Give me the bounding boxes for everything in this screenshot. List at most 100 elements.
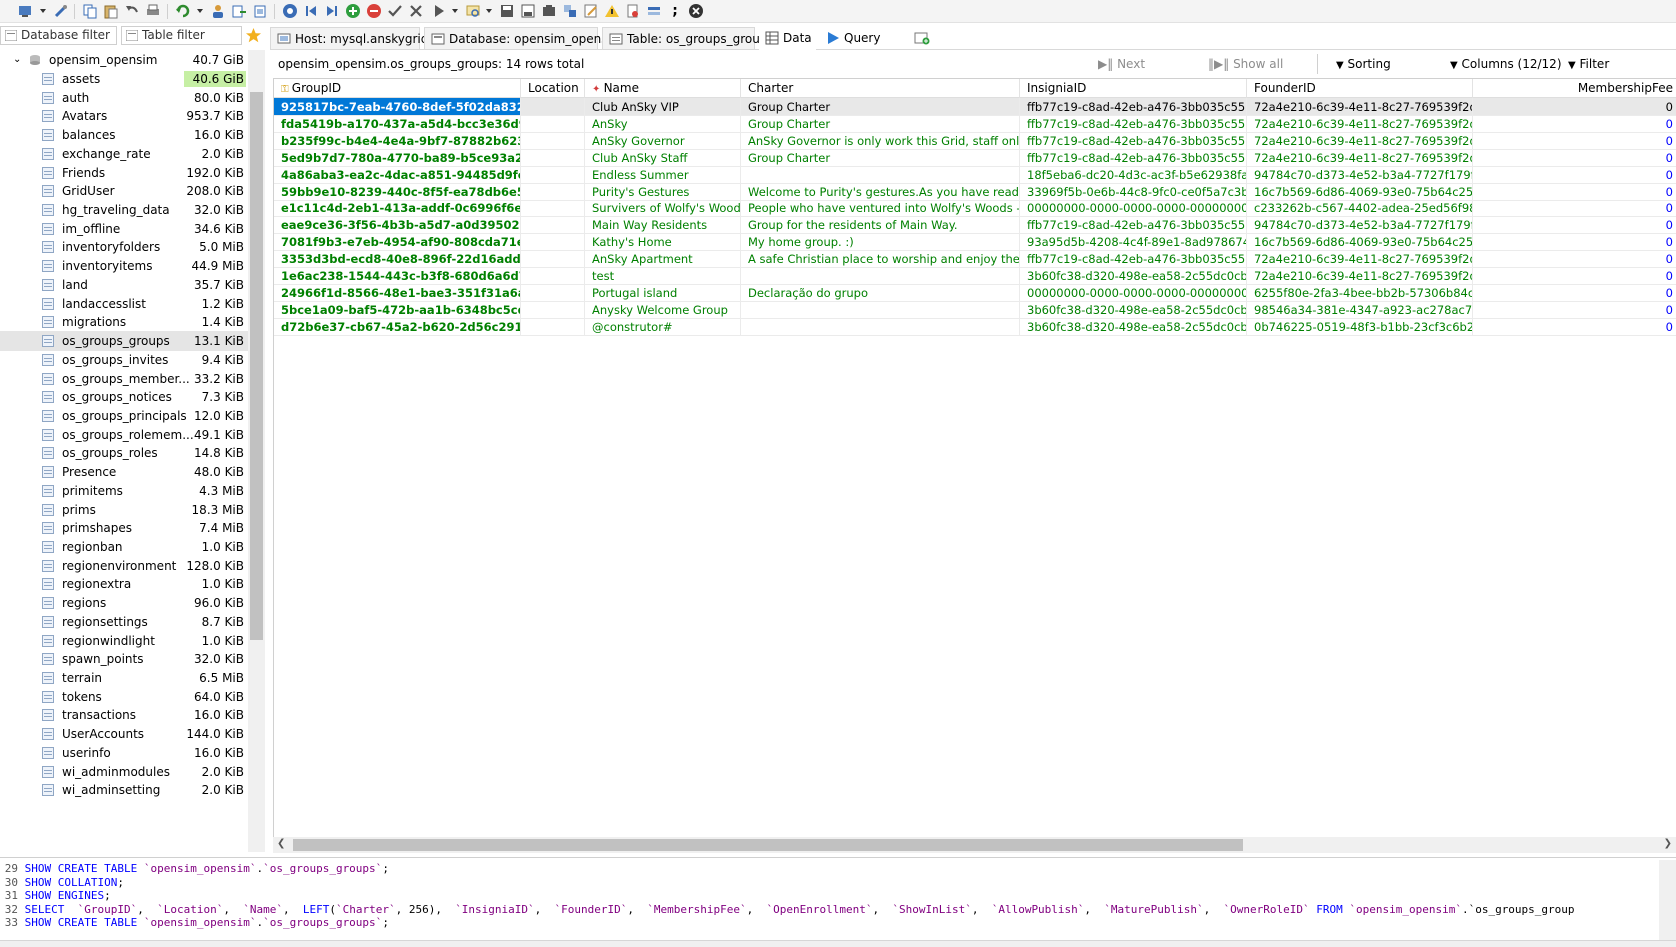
table-cell[interactable] xyxy=(521,131,585,150)
table-cell[interactable]: Portugal island xyxy=(585,283,741,302)
tree-item[interactable]: os_groups_invites 9.4 KiB xyxy=(0,350,248,370)
tree-item[interactable]: regionsettings 8.7 KiB xyxy=(0,612,248,632)
table-cell[interactable]: 16c7b569-6d86-4069-93e0-75b64c254e0e xyxy=(1247,233,1473,252)
table-cell[interactable]: ffb77c19-c8ad-42eb-a476-3bb035c5573b xyxy=(1020,131,1247,150)
table-cell[interactable]: Group Charter xyxy=(741,148,1020,167)
table-row[interactable]: eae9ce36-3f56-4b3b-a5d7-a0d39502d6f0 Main… xyxy=(274,216,1676,235)
column-header-location[interactable]: Location xyxy=(521,79,585,98)
table-row[interactable]: 5ed9b7d7-780a-4770-ba89-b5ce93a2573f Club… xyxy=(274,148,1676,167)
table-row[interactable]: d72b6e37-cb67-45a2-b620-2d56c2914e2b @con… xyxy=(274,317,1676,336)
scroll-left-icon[interactable]: ❮ xyxy=(277,838,285,849)
tab-data[interactable]: Data xyxy=(759,27,816,50)
table-cell[interactable]: 72a4e210-6c39-4e11-8c27-769539f2d608 xyxy=(1247,148,1473,167)
cancel-edit-icon[interactable] xyxy=(408,3,424,19)
tab-query[interactable]: Query xyxy=(820,27,884,49)
table-cell[interactable]: 0 xyxy=(1473,149,1676,167)
warning-icon[interactable] xyxy=(604,3,620,19)
table-row[interactable]: b235f99c-b4e4-4e4a-9bf7-87882b623091 AnSk… xyxy=(274,131,1676,150)
tree-scrollbar-thumb[interactable] xyxy=(250,92,263,640)
star-icon[interactable] xyxy=(245,27,262,44)
table-cell[interactable]: 3353d3bd-ecd8-40e8-896f-22d16add6e5f xyxy=(274,250,521,269)
table-cell[interactable]: 0 xyxy=(1473,284,1676,302)
column-header-membershipfee[interactable]: MembershipFee xyxy=(1473,79,1676,98)
chevron-down-icon[interactable] xyxy=(486,9,492,13)
table-cell[interactable]: 33969f5b-0e6b-44c8-9fc0-ce0f5a7c3be5 xyxy=(1020,182,1247,201)
tree-item[interactable]: balances 16.0 KiB xyxy=(0,125,248,145)
table-row[interactable]: 7081f9b3-e7eb-4954-af90-808cda71e44a Kath… xyxy=(274,233,1676,252)
connection-icon[interactable] xyxy=(17,3,33,19)
table-cell[interactable]: 72a4e210-6c39-4e11-8c27-769539f2d608 xyxy=(1247,114,1473,133)
table-cell[interactable]: ffb77c19-c8ad-42eb-a476-3bb035c5573b xyxy=(1020,216,1247,235)
columns-button[interactable]: ▼ Columns (12/12) xyxy=(1450,56,1562,74)
table-cell[interactable] xyxy=(741,165,1020,184)
table-cell[interactable] xyxy=(741,317,1020,336)
table-row[interactable]: 59bb9e10-8239-440c-8f5f-ea78db6e5f46 Puri… xyxy=(274,182,1676,201)
tree-item[interactable]: tokens 64.0 KiB xyxy=(0,687,248,707)
table-cell[interactable]: 98546a34-381e-4347-a923-ac278ac75379 xyxy=(1247,300,1473,319)
database-filter-input[interactable]: Database filter xyxy=(0,26,117,45)
table-cell[interactable] xyxy=(521,317,585,336)
tree-item[interactable]: regionwindlight 1.0 KiB xyxy=(0,631,248,651)
tree-item[interactable]: hg_traveling_data 32.0 KiB xyxy=(0,200,248,220)
table-cell[interactable] xyxy=(521,216,585,235)
user-manager-icon[interactable] xyxy=(210,3,226,19)
table-cell[interactable]: Survivers of Wolfy's Woods xyxy=(585,199,741,218)
table-cell[interactable]: d72b6e37-cb67-45a2-b620-2d56c2914e2b xyxy=(274,317,521,336)
tree-root-database[interactable]: ⌄ opensim_opensim 40.7 GiB xyxy=(0,50,248,70)
table-cell[interactable]: Anysky Welcome Group xyxy=(585,300,741,319)
table-cell[interactable] xyxy=(741,267,1020,285)
table-cell[interactable]: 5ed9b7d7-780a-4770-ba89-b5ce93a2573f xyxy=(274,148,521,167)
table-cell[interactable]: 00000000-0000-0000-0000-000000000000 xyxy=(1020,283,1247,302)
table-cell[interactable]: Main Way Residents xyxy=(585,216,741,235)
help-icon[interactable] xyxy=(282,3,298,19)
table-cell[interactable]: 16c7b569-6d86-4069-93e0-75b64c254e0e xyxy=(1247,182,1473,201)
export-icon[interactable] xyxy=(231,3,247,19)
next-button[interactable]: ▶‖ Next xyxy=(1098,56,1145,72)
table-cell[interactable]: AnSky xyxy=(585,114,741,133)
table-cell[interactable]: Endless Summer xyxy=(585,165,741,184)
first-record-icon[interactable] xyxy=(303,3,319,19)
table-cell[interactable]: fda5419b-a170-437a-a5d4-bcc3e36d96cd xyxy=(274,114,521,133)
grid-horizontal-scrollbar-thumb[interactable] xyxy=(293,839,1243,851)
table-filter-input[interactable]: Table filter xyxy=(121,26,242,45)
filter-button[interactable]: ▼ Filter xyxy=(1568,56,1609,74)
sql-log-scrollbar[interactable] xyxy=(1659,860,1676,940)
table-cell[interactable] xyxy=(521,300,585,319)
insert-record-icon[interactable] xyxy=(345,3,361,19)
table-cell[interactable]: 72a4e210-6c39-4e11-8c27-769539f2d608 xyxy=(1247,267,1473,285)
table-cell[interactable]: ffb77c19-c8ad-42eb-a476-3bb035c5573b xyxy=(1020,148,1247,167)
replace-icon[interactable] xyxy=(562,3,578,19)
table-cell[interactable]: 5bce1a09-baf5-472b-aa1b-6348bc5cd9a1 xyxy=(274,300,521,319)
table-cell[interactable]: 0 xyxy=(1473,183,1676,201)
tree-item[interactable]: inventoryitems 44.9 MiB xyxy=(0,256,248,276)
tab-table[interactable]: Table: os_groups_groups xyxy=(602,27,774,49)
table-cell[interactable] xyxy=(521,148,585,167)
bulk-icon[interactable] xyxy=(541,3,557,19)
table-cell[interactable]: Purity's Gestures xyxy=(585,182,741,201)
tree-item[interactable]: exchange_rate 2.0 KiB xyxy=(0,144,248,164)
table-cell[interactable]: AnSky Apartment xyxy=(585,250,741,269)
table-cell[interactable]: 3b60fc38-d320-498e-ea58-2c55dc0cb25d xyxy=(1020,317,1247,336)
sorting-button[interactable]: ▼ Sorting xyxy=(1336,56,1391,74)
stop-icon[interactable] xyxy=(625,3,641,19)
table-cell[interactable]: Club AnSky VIP xyxy=(585,98,741,116)
tree-item[interactable]: os_groups_principals 12.0 KiB xyxy=(0,406,248,426)
table-cell[interactable]: 0 xyxy=(1473,166,1676,184)
table-cell[interactable]: 7081f9b3-e7eb-4954-af90-808cda71e44a xyxy=(274,233,521,252)
tree-item[interactable]: regionenvironment 128.0 KiB xyxy=(0,556,248,576)
table-row[interactable]: 925817bc-7eab-4760-8def-5f02da832057 Club… xyxy=(274,98,1676,116)
import-icon[interactable] xyxy=(252,3,268,19)
delete-record-icon[interactable] xyxy=(366,3,382,19)
table-cell[interactable]: 1e6ac238-1544-443c-b3f8-680d6a6d72d8 xyxy=(274,267,521,285)
table-cell[interactable]: ffb77c19-c8ad-42eb-a476-3bb035c5573b xyxy=(1020,114,1247,133)
scroll-right-icon[interactable]: ❯ xyxy=(1664,838,1672,849)
tree-item[interactable]: GridUser 208.0 KiB xyxy=(0,181,248,201)
tree-item[interactable]: assets 40.6 GiB xyxy=(0,69,248,89)
table-row[interactable]: 3353d3bd-ecd8-40e8-896f-22d16add6e5f AnSk… xyxy=(274,250,1676,269)
tree-item[interactable]: transactions 16.0 KiB xyxy=(0,705,248,725)
tree-item[interactable]: migrations 1.4 KiB xyxy=(0,312,248,332)
table-cell[interactable]: 0 xyxy=(1473,199,1676,218)
table-cell[interactable] xyxy=(521,165,585,184)
table-cell[interactable]: 94784c70-d373-4e52-b3a4-7727f179f620 xyxy=(1247,216,1473,235)
table-cell[interactable] xyxy=(521,267,585,285)
